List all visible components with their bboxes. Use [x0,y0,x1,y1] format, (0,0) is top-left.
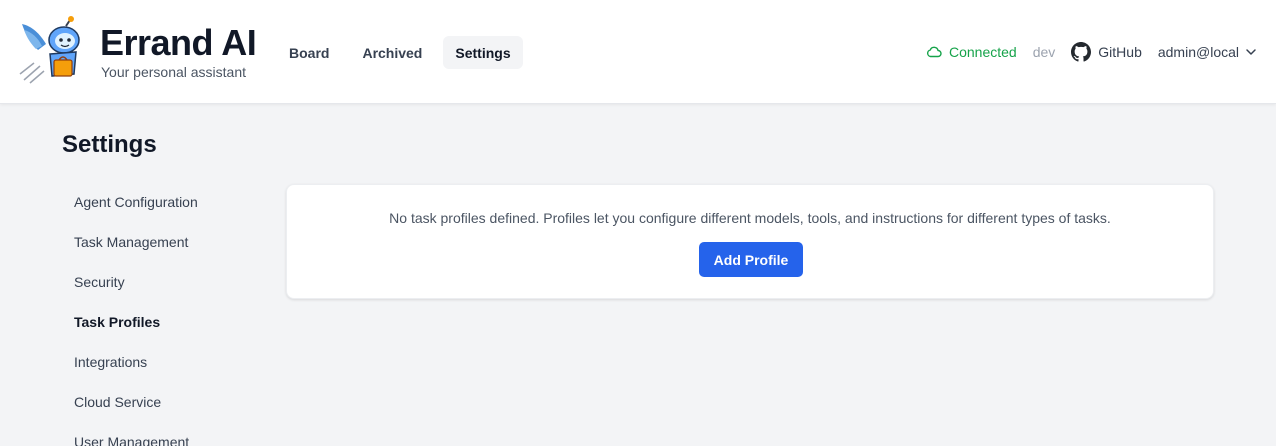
github-icon [1071,42,1092,62]
sidebar-item-task-profiles[interactable]: Task Profiles [62,302,262,342]
main-nav: Board Archived Settings [277,36,532,69]
github-label: GitHub [1098,44,1142,60]
connection-status: Connected [926,44,1017,60]
sidebar-item-agent-configuration[interactable]: Agent Configuration [62,182,262,222]
app-header: Errand AI Your personal assistant Board … [0,0,1276,104]
user-menu[interactable]: admin@local [1158,44,1258,60]
header-actions: Connected dev GitHub admin@local [926,40,1258,64]
sidebar-item-integrations[interactable]: Integrations [62,342,262,382]
app-title: Errand AI [100,22,257,63]
sidebar-item-cloud-service[interactable]: Cloud Service [62,382,262,422]
robot-mascot-icon[interactable] [18,16,86,86]
cloud-icon [926,46,942,58]
app-subtitle: Your personal assistant [101,64,247,80]
add-profile-button[interactable]: Add Profile [699,242,803,277]
sidebar-item-task-management[interactable]: Task Management [62,222,262,262]
tab-archived[interactable]: Archived [350,36,434,69]
sidebar-item-user-management[interactable]: User Management [62,422,262,446]
connection-status-label: Connected [948,44,1017,60]
page-title: Settings [62,131,157,158]
sidebar-item-security[interactable]: Security [62,262,262,302]
settings-sidebar: Agent Configuration Task Management Secu… [62,182,262,446]
github-link[interactable]: GitHub [1071,42,1142,62]
environment-badge: dev [1032,44,1056,60]
chevron-down-icon [1246,49,1256,55]
user-label: admin@local [1157,44,1239,60]
task-profiles-card: No task profiles defined. Profiles let y… [286,184,1214,299]
tab-board[interactable]: Board [277,36,341,69]
tab-settings[interactable]: Settings [443,36,523,69]
empty-state-message: No task profiles defined. Profiles let y… [389,210,1111,226]
